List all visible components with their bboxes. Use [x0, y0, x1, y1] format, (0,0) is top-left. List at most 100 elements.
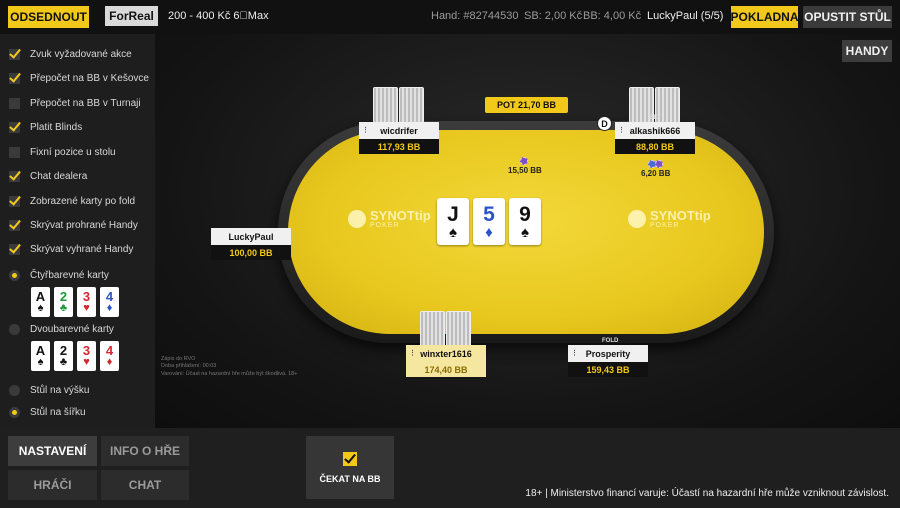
dealer-button: D	[597, 116, 612, 131]
small-blind: SB: 2,00 Kč	[524, 10, 583, 22]
checkbox[interactable]	[9, 98, 20, 109]
seat-alkashik666[interactable]: ⋮ alkashik666 88,80 BB	[615, 122, 695, 154]
option-label: Skrývat prohrané Handy	[30, 220, 138, 231]
option-hide-lost[interactable]: Skrývat prohrané Handy	[9, 220, 138, 231]
preview-card: 2 ♣	[54, 341, 73, 371]
preview-card: 4 ♦	[100, 287, 119, 317]
checkbox[interactable]	[9, 147, 20, 158]
preview-card: 4 ♦	[100, 341, 119, 371]
board-card-2: 5 ♦	[473, 198, 505, 245]
option-label: Dvoubarevné karty	[30, 324, 114, 335]
card-back	[446, 311, 471, 347]
option-hide-won[interactable]: Skrývat vyhrané Handy	[9, 244, 133, 255]
real-money-badge: ForReal	[105, 6, 158, 26]
top-bar: ODSEDNOUT ForReal 200 - 400 Kč 6⃣Max Han…	[0, 0, 900, 34]
seat-prosperity[interactable]: ⋮ Prosperity 159,43 BB	[568, 345, 648, 377]
bet-amount: 6,20 BB	[641, 169, 671, 178]
card-back	[420, 311, 445, 347]
seat-wicdrifer[interactable]: ⋮ wicdrifer 117,93 BB	[359, 122, 439, 154]
option-label: Stůl na výšku	[30, 385, 90, 396]
player-stack: 88,80 BB	[615, 139, 695, 154]
two-color-preview: A ♠ 2 ♣ 3 ♥ 4 ♦	[31, 341, 119, 371]
wait-for-bb-toggle[interactable]: ČEKAT NA BB	[306, 436, 394, 499]
option-label: Přepočet na BB v Kešovce	[30, 73, 149, 84]
radio[interactable]	[9, 324, 20, 335]
option-label: Stůl na šířku	[30, 407, 86, 418]
preview-card: A ♠	[31, 287, 50, 317]
cashier-button[interactable]: POKLADNA	[731, 6, 799, 28]
player-name: ⋮ alkashik666	[615, 122, 695, 139]
brand-name: SYNOTtip	[650, 208, 711, 223]
radio[interactable]	[9, 270, 20, 281]
checkbox[interactable]	[9, 196, 20, 207]
brand-name: SYNOTtip	[370, 208, 431, 223]
radio-table-vertical[interactable]: Stůl na výšku	[9, 385, 89, 396]
session-info: Zápis do RVO Doba přihlášení: 00:03 Varo…	[161, 356, 298, 377]
brand-logo-left: SYNOTtip POKER	[348, 209, 431, 229]
action-tag: BET	[649, 115, 661, 121]
radio-table-horizontal[interactable]: Stůl na šířku	[9, 407, 86, 418]
table-stakes: 200 - 400 Kč 6⃣Max	[168, 10, 269, 22]
checkbox[interactable]	[9, 220, 20, 231]
game-info-tab[interactable]: INFO O HŘE	[101, 436, 189, 466]
player-stack: 117,93 BB	[359, 139, 439, 154]
card-back	[373, 87, 398, 123]
hand-number: Hand: #82744530	[431, 10, 519, 22]
preview-card: 3 ♥	[77, 341, 96, 371]
seat-winxter1616[interactable]: ⋮ winxter1616 174,40 BB	[406, 345, 486, 377]
bottom-bar: NASTAVENÍ INFO O HŘE HRÁČI CHAT ČEKAT NA…	[0, 428, 900, 508]
poker-table-area: HANDY SYNOTtip POKER SYNOTtip POKER POT 21…	[155, 34, 900, 428]
radio-two-color[interactable]: Dvoubarevné karty	[9, 324, 114, 335]
option-sound[interactable]: Zvuk vyžadované akce	[9, 49, 132, 60]
checkbox[interactable]	[9, 171, 20, 182]
pot-display: POT 21,70 BB	[485, 97, 568, 113]
player-name: ⋮ Prosperity	[568, 345, 648, 362]
option-bb-cash[interactable]: Přepočet na BB v Kešovce	[9, 73, 149, 84]
option-label: Zvuk vyžadované akce	[30, 49, 132, 60]
player-stack: 174,40 BB	[406, 362, 486, 377]
option-label: Čtyřbarevné karty	[30, 270, 109, 281]
checkbox[interactable]	[9, 122, 20, 133]
option-dealer-chat[interactable]: Chat dealera	[9, 171, 87, 182]
option-show-cards-fold[interactable]: Zobrazené karty po fold	[9, 196, 135, 207]
radio-four-color[interactable]: Čtyřbarevné karty	[9, 270, 109, 281]
checkbox[interactable]	[9, 73, 20, 84]
players-tab[interactable]: HRÁČI	[8, 470, 97, 500]
leave-table-button[interactable]: OPUSTIT STŮL	[803, 6, 892, 28]
chat-tab[interactable]: CHAT	[101, 470, 189, 500]
radio[interactable]	[9, 385, 20, 396]
option-bb-tournament[interactable]: Přepočet na BB v Turnaji	[9, 98, 141, 109]
brand-logo-right: SYNOTtip POKER	[628, 209, 711, 229]
option-label: Fixní pozice u stolu	[30, 147, 116, 158]
bet-alkashik666: 6,20 BB	[641, 160, 670, 178]
brand-logo-icon	[628, 210, 646, 228]
hand-history-button[interactable]: HANDY	[842, 40, 892, 62]
player-name: ⋮ wicdrifer	[359, 122, 439, 139]
option-label: Skrývat vyhrané Handy	[30, 244, 134, 255]
card-back	[399, 87, 424, 123]
player-name: LuckyPaul	[211, 228, 291, 245]
option-fixed-position[interactable]: Fixní pozice u stolu	[9, 147, 116, 158]
seat-luckypaul[interactable]: LuckyPaul 100,00 BB	[211, 228, 291, 260]
leave-seat-button[interactable]: ODSEDNOUT	[8, 6, 89, 28]
option-pay-blinds[interactable]: Platit Blinds	[9, 122, 82, 133]
player-name: ⋮ winxter1616	[406, 345, 486, 362]
player-stack: 100,00 BB	[211, 245, 291, 260]
option-label: Platit Blinds	[30, 122, 83, 133]
action-tag: FOLD	[602, 338, 619, 344]
bet-amount: 15,50 BB	[508, 166, 542, 175]
chip-stack	[647, 160, 663, 168]
brand-logo-icon	[348, 210, 366, 228]
radio[interactable]	[9, 407, 20, 418]
player-count: LuckyPaul (5/5)	[647, 10, 724, 22]
checkbox[interactable]	[9, 244, 20, 255]
option-label: Přepočet na BB v Turnaji	[30, 98, 141, 109]
preview-card: A ♠	[31, 341, 50, 371]
big-blind: BB: 4,00 Kč	[583, 10, 642, 22]
settings-tab[interactable]: NASTAVENÍ	[8, 436, 97, 466]
preview-card: 3 ♥	[77, 287, 96, 317]
checkbox[interactable]	[343, 451, 357, 466]
bet-wicdrifer: 15,50 BB	[508, 157, 542, 175]
chip-stack	[520, 157, 529, 165]
checkbox[interactable]	[9, 49, 20, 60]
